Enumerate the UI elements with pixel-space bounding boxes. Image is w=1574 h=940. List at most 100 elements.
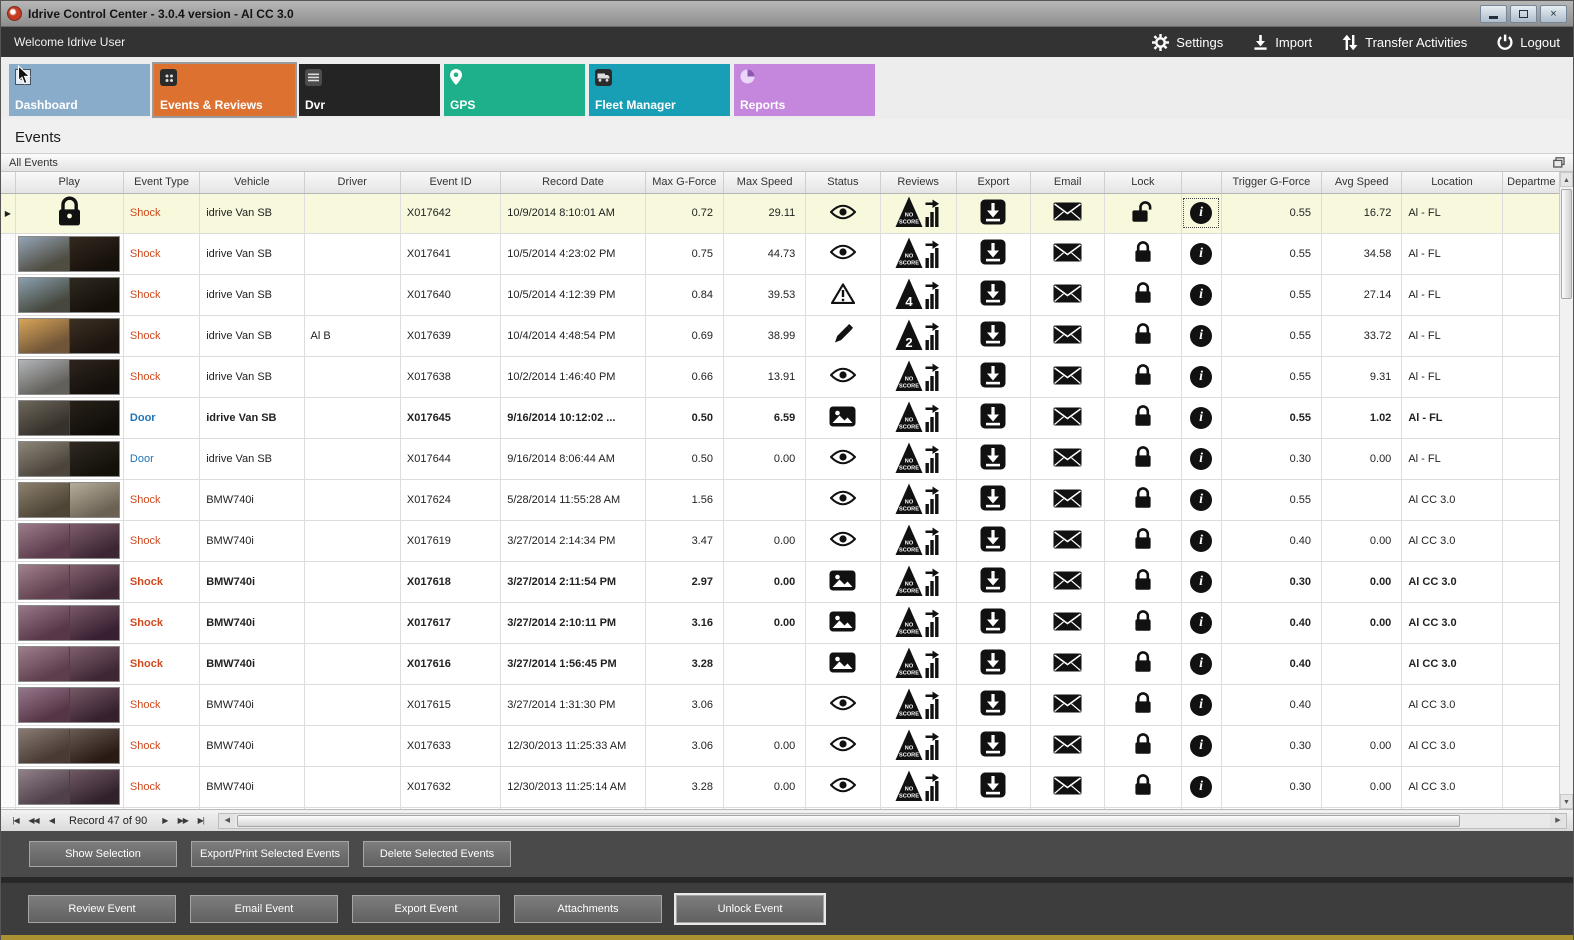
event-row[interactable]: Shock idrive Van SB X017640 10/5/2014 4:12:… [1, 274, 1562, 316]
reviews-cell[interactable]: NO SCORE [880, 561, 957, 603]
email-cell[interactable] [1030, 233, 1106, 275]
event-row[interactable]: Shock BMW740i X017633 12/30/2013 11:25:33 A… [1, 725, 1562, 767]
info-cell[interactable]: i [1181, 684, 1222, 726]
export-cell[interactable] [956, 561, 1032, 603]
event-row[interactable]: Shock BMW740i X017624 5/28/2014 11:55:28 AM… [1, 479, 1562, 521]
export-cell[interactable] [956, 397, 1032, 439]
export-cell[interactable] [956, 520, 1032, 562]
col-max-g-force[interactable]: Max G-Force [645, 172, 724, 194]
col-email[interactable]: Email [1030, 172, 1106, 194]
play-thumbnail[interactable] [15, 233, 124, 275]
info-cell[interactable]: i [1181, 602, 1222, 644]
reviews-cell[interactable]: NO SCORE [880, 479, 957, 521]
export-cell[interactable] [956, 438, 1032, 480]
info-cell[interactable]: i [1181, 520, 1222, 562]
scroll-left-button[interactable]: ◀ [219, 813, 236, 828]
reviews-cell[interactable]: NO SCORE [880, 725, 957, 767]
play-thumbnail[interactable] [15, 766, 124, 808]
event-row[interactable]: Shock BMW740i X017619 3/27/2014 2:14:34 PM 3… [1, 520, 1562, 562]
event-row[interactable] [1, 807, 1562, 809]
lock-cell[interactable] [1104, 520, 1182, 562]
info-cell[interactable]: i [1181, 397, 1222, 439]
email-event-button[interactable]: Email Event [190, 895, 338, 923]
col-lock[interactable]: Lock [1104, 172, 1182, 194]
export-cell[interactable] [956, 193, 1032, 234]
email-cell[interactable] [1030, 807, 1106, 809]
col-export[interactable]: Export [956, 172, 1032, 194]
info-cell[interactable]: i [1181, 561, 1222, 603]
play-thumbnail[interactable] [15, 274, 124, 316]
play-thumbnail[interactable] [15, 807, 124, 809]
export-cell[interactable] [956, 684, 1032, 726]
info-cell[interactable]: i [1181, 725, 1222, 767]
email-cell[interactable] [1030, 766, 1106, 808]
reviews-cell[interactable]: NO SCORE [880, 438, 957, 480]
nav-tile-dashboard[interactable]: ✓ Dashboard [9, 64, 150, 116]
col-record-date[interactable]: Record Date [500, 172, 646, 194]
info-cell[interactable]: i [1181, 438, 1222, 480]
export-cell[interactable] [956, 766, 1032, 808]
col-location[interactable]: Location [1401, 172, 1503, 194]
email-cell[interactable] [1030, 315, 1106, 357]
attachments-button[interactable]: Attachments [514, 895, 662, 923]
reviews-cell[interactable]: 2 [880, 315, 957, 357]
vscroll-thumb[interactable] [1561, 189, 1572, 299]
lock-cell[interactable] [1104, 766, 1182, 808]
show-selection-button[interactable]: Show Selection [29, 841, 177, 867]
lock-cell[interactable] [1104, 315, 1182, 357]
nav-tile-reports[interactable]: Reports [734, 64, 875, 116]
hscroll-track[interactable] [235, 814, 1550, 828]
locked-play-cell[interactable] [15, 193, 124, 234]
hscroll-thumb[interactable] [237, 814, 1460, 827]
export-cell[interactable] [956, 356, 1032, 398]
export-cell[interactable] [956, 602, 1032, 644]
lock-cell[interactable] [1104, 438, 1182, 480]
col-driver[interactable]: Driver [304, 172, 401, 194]
event-row[interactable]: Shock idrive Van SB X017641 10/5/2014 4:23:… [1, 233, 1562, 275]
play-thumbnail[interactable] [15, 602, 124, 644]
export-print-selected-events-button[interactable]: Export/Print Selected Events [191, 841, 350, 867]
transfer-activities-button[interactable]: Transfer Activities [1342, 34, 1467, 51]
reviews-cell[interactable]: NO SCORE [880, 193, 957, 234]
close-button[interactable]: × [1540, 4, 1567, 23]
col-event-id[interactable]: Event ID [400, 172, 502, 194]
prev-record-button[interactable]: ◀ [43, 813, 60, 829]
reviews-cell[interactable]: NO SCORE [880, 602, 957, 644]
col-play[interactable]: Play [15, 172, 124, 194]
play-thumbnail[interactable] [15, 520, 124, 562]
col-reviews[interactable]: Reviews [880, 172, 957, 194]
reviews-cell[interactable]: NO SCORE [880, 520, 957, 562]
export-cell[interactable] [956, 315, 1032, 357]
vscroll-track[interactable] [1560, 187, 1573, 794]
review-event-button[interactable]: Review Event [28, 895, 176, 923]
export-cell[interactable] [956, 725, 1032, 767]
export-cell[interactable] [956, 274, 1032, 316]
reviews-cell[interactable]: NO SCORE [880, 766, 957, 808]
first-record-button[interactable]: |◀ [7, 813, 24, 829]
lock-cell[interactable] [1104, 807, 1182, 809]
col-status[interactable]: Status [805, 172, 881, 194]
delete-selected-events-button[interactable]: Delete Selected Events [363, 841, 512, 867]
lock-cell[interactable] [1104, 725, 1182, 767]
play-thumbnail[interactable] [15, 397, 124, 439]
prev-page-button[interactable]: ◀◀ [25, 813, 42, 829]
event-row[interactable]: Shock BMW740i X017632 12/30/2013 11:25:14 A… [1, 766, 1562, 808]
col-info[interactable] [1181, 172, 1222, 194]
col-departme[interactable]: Departme [1502, 172, 1562, 194]
settings-button[interactable]: Settings [1152, 33, 1223, 51]
col-trigger-g-force[interactable]: Trigger G-Force [1221, 172, 1323, 194]
nav-tile-dvr[interactable]: Dvr [299, 64, 440, 116]
export-cell[interactable] [956, 479, 1032, 521]
maximize-button[interactable] [1510, 4, 1537, 23]
play-thumbnail[interactable] [15, 684, 124, 726]
lock-cell[interactable] [1104, 233, 1182, 275]
reviews-cell[interactable]: NO SCORE [880, 233, 957, 275]
email-cell[interactable] [1030, 602, 1106, 644]
export-cell[interactable] [956, 233, 1032, 275]
import-button[interactable]: Import [1253, 34, 1312, 50]
email-cell[interactable] [1030, 438, 1106, 480]
col-event-type[interactable]: Event Type [123, 172, 201, 194]
email-cell[interactable] [1030, 356, 1106, 398]
reviews-cell[interactable]: NO SCORE [880, 356, 957, 398]
lock-cell[interactable] [1104, 274, 1182, 316]
